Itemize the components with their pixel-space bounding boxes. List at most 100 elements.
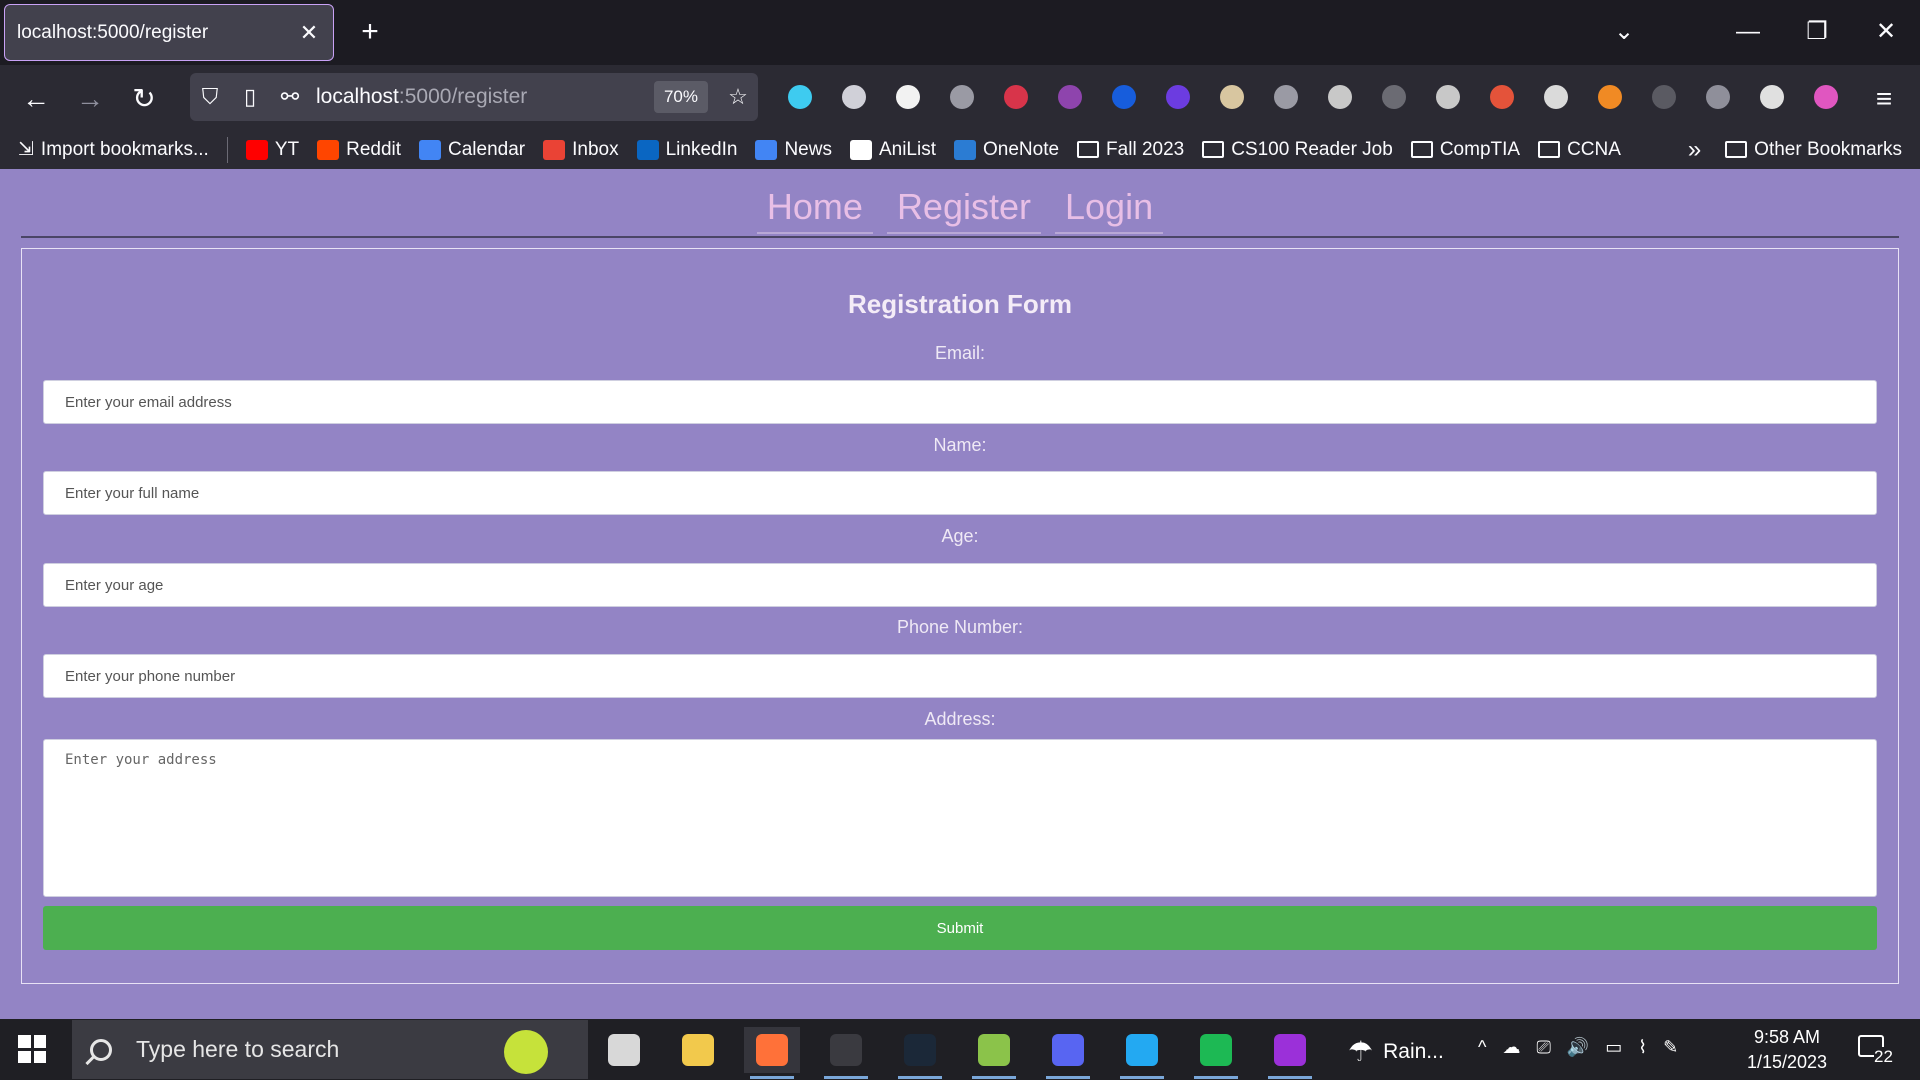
react-devtools-icon[interactable] (1536, 77, 1576, 117)
nav-link-register[interactable]: Register (886, 186, 1041, 234)
vscode-icon[interactable] (1114, 1027, 1170, 1079)
bookmark-folder[interactable]: CS100 Reader Job (1202, 139, 1393, 161)
bookmark-item[interactable]: Inbox (543, 139, 619, 161)
app-menu-icon[interactable]: ≡ (1864, 79, 1904, 119)
notepad-plus-icon[interactable] (966, 1027, 1022, 1079)
bookmark-label: YT (274, 138, 300, 160)
task-view-icon[interactable] (596, 1027, 652, 1073)
notification-center-icon[interactable]: 22 (1856, 1035, 1896, 1067)
folder-icon (1202, 141, 1225, 158)
new-tab-button[interactable]: + (352, 14, 388, 50)
downloads-icon[interactable] (780, 77, 820, 117)
spotify-icon[interactable] (1188, 1027, 1244, 1079)
extension-puzzle-icon-glyph (950, 85, 974, 109)
nav-link-login[interactable]: Login (1055, 186, 1164, 234)
umbrella-rain-icon: ☂ (1348, 1036, 1374, 1067)
speaker-icon[interactable] (1374, 77, 1414, 117)
forward-button[interactable]: → (70, 79, 110, 119)
bookmarks-overflow-icon[interactable]: » (1688, 136, 1701, 164)
pdf-icon[interactable] (1644, 77, 1684, 117)
form-title: Registration Form (848, 289, 1072, 319)
address-field[interactable] (43, 739, 1877, 897)
firefox-icon[interactable] (744, 1027, 800, 1079)
extension-stack-icon[interactable] (1158, 77, 1198, 117)
bookmark-folder[interactable]: CCNA (1538, 139, 1621, 161)
import-bookmarks-item[interactable]: ⇲ Import bookmarks... (18, 138, 209, 161)
bookmark-item[interactable]: News (755, 139, 832, 161)
extension-m-icon[interactable] (888, 77, 928, 117)
bookmark-favicon-icon (245, 139, 268, 160)
phone-field[interactable] (43, 654, 1877, 698)
show-hidden-icons-icon[interactable]: ^ (1478, 1037, 1486, 1058)
folder-icon (1077, 141, 1100, 158)
page-info-icon[interactable]: ▯ (230, 84, 270, 110)
email-field[interactable] (43, 380, 1877, 424)
extension-red-circle-icon-glyph (1004, 85, 1028, 109)
bookmark-item[interactable]: YT (245, 138, 300, 161)
minimize-icon[interactable]: — (1728, 14, 1768, 50)
bookmark-item[interactable]: Reddit (317, 139, 401, 161)
age-field[interactable] (43, 563, 1877, 607)
battery-icon[interactable]: ▭ (1605, 1037, 1622, 1058)
ublock-icon[interactable] (1266, 77, 1306, 117)
other-bookmarks-label: Other Bookmarks (1754, 138, 1902, 160)
bookmark-item[interactable]: AniList (849, 139, 936, 161)
bookmark-favicon-icon (419, 139, 442, 160)
tracking-protection-shield-icon[interactable]: ⛉ (190, 84, 230, 110)
submit-button[interactable]: Submit (43, 906, 1877, 950)
site-permissions-icon[interactable]: ⚯ (270, 84, 310, 110)
extension-glasses-icon[interactable] (1428, 77, 1468, 117)
close-window-icon[interactable]: ✕ (1866, 14, 1906, 50)
bookmark-folder[interactable]: CompTIA (1410, 139, 1520, 161)
other-bookmarks-folder[interactable]: Other Bookmarks (1725, 139, 1902, 161)
file-explorer-icon-glyph (682, 1034, 714, 1066)
extension-purple-circle-icon[interactable] (1050, 77, 1090, 117)
terminal-icon[interactable] (818, 1027, 874, 1079)
bookmark-item[interactable]: Calendar (419, 139, 525, 161)
address-bar[interactable]: ⛉ ▯ ⚯ localhost:5000/register 70% ☆ (190, 73, 758, 121)
onedrive-error-icon[interactable]: ☁ (1502, 1037, 1520, 1058)
history-icon[interactable] (834, 77, 874, 117)
cookie-icon[interactable] (1320, 77, 1360, 117)
volume-icon[interactable]: 🔊 (1567, 1037, 1589, 1058)
wifi-icon[interactable]: ⌇ (1638, 1037, 1647, 1058)
bookmark-star-icon[interactable]: ☆ (718, 84, 758, 110)
mask-app-icon[interactable] (1262, 1027, 1318, 1079)
nav-link-home[interactable]: Home (756, 186, 873, 234)
metamask-icon[interactable] (1590, 77, 1630, 117)
extension-puzzle-icon[interactable] (942, 77, 982, 117)
age-label: Age: (941, 526, 979, 546)
file-explorer-icon[interactable] (670, 1027, 726, 1073)
extension-owl-icon[interactable] (1212, 77, 1252, 117)
clock-time: 9:58 AM (1753, 1027, 1821, 1047)
profile-avatar-icon[interactable] (1806, 77, 1846, 117)
restore-icon[interactable]: ❐ (1797, 14, 1837, 50)
name-field[interactable] (43, 471, 1877, 515)
bitwarden-icon[interactable] (1104, 77, 1144, 117)
steam-icon[interactable] (892, 1027, 948, 1079)
list-all-tabs-icon[interactable]: ⌄ (1604, 14, 1644, 50)
extension-paw-icon[interactable] (1752, 77, 1792, 117)
pen-icon[interactable]: ✎ (1663, 1037, 1678, 1058)
extension-red-circle-icon[interactable] (996, 77, 1036, 117)
bookmark-label: Fall 2023 (1106, 138, 1185, 160)
extension-k-icon-glyph (1706, 85, 1730, 109)
extension-fox-red-icon[interactable] (1482, 77, 1522, 117)
bookmark-item[interactable]: LinkedIn (636, 139, 737, 161)
weather-widget[interactable]: ☂ Rain... (1348, 1035, 1444, 1068)
bookmark-folder[interactable]: Fall 2023 (1077, 139, 1184, 161)
clock-date: 1/15/2023 (1746, 1052, 1828, 1072)
close-tab-icon[interactable]: ✕ (297, 20, 321, 46)
taskbar-clock[interactable]: 9:58 AM 1/15/2023 (1732, 1025, 1842, 1075)
url-text[interactable]: localhost:5000/register (310, 85, 654, 109)
windows-start-icon[interactable] (18, 1035, 46, 1063)
bookmark-item[interactable]: OneNote (954, 139, 1059, 161)
meet-now-icon[interactable]: ⎚ (1536, 1037, 1550, 1058)
discord-icon[interactable] (1040, 1027, 1096, 1079)
reload-button[interactable]: ↻ (124, 79, 164, 119)
zoom-level-badge[interactable]: 70% (653, 81, 708, 113)
extension-k-icon[interactable] (1698, 77, 1738, 117)
taskbar-search-box[interactable]: Type here to search (72, 1020, 588, 1079)
active-tab[interactable]: localhost:5000/register ✕ (4, 4, 334, 61)
back-button[interactable]: ← (16, 79, 56, 119)
